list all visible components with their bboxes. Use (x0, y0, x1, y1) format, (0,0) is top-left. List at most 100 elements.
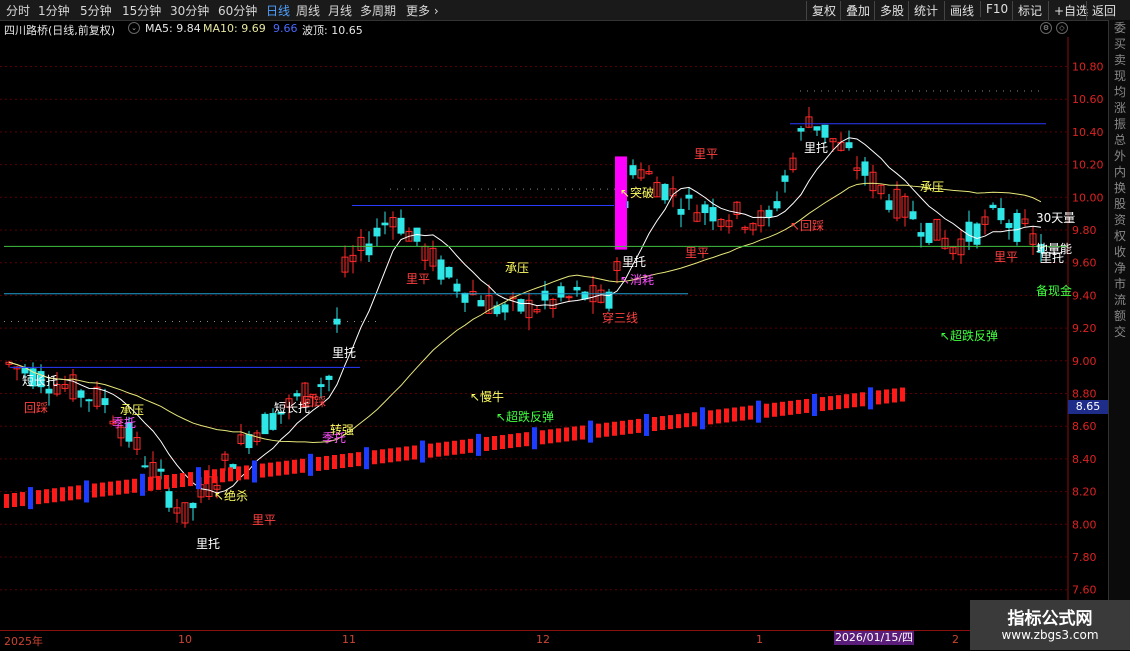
signal-label: 里平 (406, 272, 430, 286)
indicator-bar (132, 478, 137, 493)
period-tab-weekly[interactable]: 周线 (296, 2, 320, 19)
indicator-bar (324, 455, 329, 470)
line3-value: 9.66 (273, 22, 298, 35)
side-strip-char: 外 (1113, 149, 1126, 163)
price-tick: 8.20 (1072, 486, 1097, 499)
period-tab-monthly[interactable]: 月线 (328, 2, 352, 19)
indicator-bar (796, 399, 801, 414)
side-strip-char: 现 (1113, 69, 1126, 83)
indicator-bar (124, 479, 129, 494)
candle-body (101, 398, 109, 406)
indicator-bar (700, 407, 705, 430)
period-tab-30min[interactable]: 30分钟 (170, 2, 209, 19)
candle-body (925, 222, 933, 243)
stats-button[interactable]: 统计 (908, 1, 943, 20)
price-tick: 10.40 (1072, 126, 1104, 139)
draw-line-button[interactable]: 画线 (944, 1, 979, 20)
candle-body (909, 211, 917, 220)
overlay-button[interactable]: 叠加 (840, 1, 875, 20)
settings-icon[interactable]: ⚙ (1040, 22, 1052, 34)
signal-label: ↖绝杀 (214, 488, 248, 503)
period-tab-more[interactable]: 更多 › (406, 2, 439, 19)
candle-body (261, 413, 269, 435)
indicator-bar (100, 482, 105, 497)
side-strip-char: 均 (1113, 85, 1126, 99)
settings-dropdown-icon[interactable]: ⌄ (128, 22, 140, 34)
period-tab-time[interactable]: 分时 (6, 2, 30, 19)
candle-body (765, 209, 773, 218)
candle-body (685, 194, 693, 199)
fuquan-button[interactable]: 复权 (806, 1, 841, 20)
indicator-bar (372, 450, 377, 465)
period-tab-15min[interactable]: 15分钟 (122, 2, 161, 19)
collapse-icon[interactable]: ◇ (1056, 22, 1068, 34)
indicator-bar (868, 387, 873, 410)
period-tab-1min[interactable]: 1分钟 (38, 2, 70, 19)
signal-label: 30天量 (1036, 211, 1075, 225)
candle-body (461, 292, 469, 303)
candle-body (709, 207, 717, 222)
indicator-bar (340, 454, 345, 469)
price-tick: 10.20 (1072, 159, 1104, 172)
indicator-bar (652, 417, 657, 431)
indicator-bar (524, 432, 529, 447)
side-strip-char: 股 (1113, 197, 1126, 211)
side-strip-char: 卖 (1113, 53, 1126, 67)
price-tick: 8.00 (1072, 518, 1097, 531)
indicator-bar (60, 487, 65, 502)
indicator-bar (356, 452, 361, 467)
signal-label: 里托 (622, 255, 646, 269)
indicator-bar (860, 392, 865, 407)
price-tick: 7.60 (1072, 584, 1097, 597)
period-tab-multi[interactable]: 多周期 (360, 2, 396, 19)
candle-body (797, 128, 805, 132)
indicator-bar (380, 449, 385, 464)
indicator-bar (116, 480, 121, 495)
candle-body (661, 183, 669, 201)
indicator-bar (4, 493, 9, 508)
kline-chart[interactable]: 10.80 10.60 10.40 10.20 10.00 9.80 9.60 9.40 9.2… (0, 37, 1108, 630)
indicator-bar (612, 421, 617, 436)
price-tick: 7.80 (1072, 551, 1097, 564)
side-strip-char: 总 (1113, 133, 1126, 147)
indicator-bar (204, 470, 209, 485)
price-tick: 10.80 (1072, 61, 1104, 74)
indicator-bar (740, 406, 745, 421)
date-tick: 11 (342, 633, 356, 646)
side-strip-char: 收 (1113, 245, 1126, 259)
candle-body (45, 388, 53, 394)
indicator-bar (244, 465, 249, 480)
signal-label: 短长托 (22, 374, 58, 388)
indicator-bar (180, 473, 185, 488)
candle-body (973, 223, 981, 245)
price-tick: 9.60 (1072, 257, 1097, 270)
period-tab-5min[interactable]: 5分钟 (80, 2, 112, 19)
indicator-bar (876, 390, 881, 405)
multi-stock-button[interactable]: 多股 (874, 1, 909, 20)
indicator-bar (52, 488, 57, 503)
indicator-bar (348, 453, 353, 468)
mark-button[interactable]: 标记 (1012, 1, 1047, 20)
side-strip-char: 额 (1113, 309, 1126, 323)
period-tab-60min[interactable]: 60分钟 (218, 2, 257, 19)
signal-label: 承压 (505, 261, 529, 275)
watermark: 指标公式网 www.zbgs3.com (970, 600, 1130, 650)
indicator-bar (812, 394, 817, 416)
indicator-bar (540, 430, 545, 445)
period-tab-daily[interactable]: 日线 (266, 2, 290, 19)
indicator-bar (396, 447, 401, 462)
candle-body (373, 227, 381, 237)
candle-body (269, 413, 277, 430)
indicator-bar (636, 418, 641, 433)
signal-label: 回踩 (302, 395, 326, 409)
indicator-bar (12, 493, 17, 507)
candle-body (317, 384, 325, 387)
side-strip-char: 涨 (1113, 101, 1126, 115)
f10-button[interactable]: F10 (980, 1, 1013, 17)
signal-label: ↖超跌反弹 (940, 328, 998, 343)
back-button[interactable]: 返回 (1086, 1, 1121, 20)
indicator-bar (676, 414, 681, 429)
indicator-bar (780, 401, 785, 416)
signal-label: 里平 (252, 513, 276, 527)
indicator-bar (836, 395, 841, 410)
